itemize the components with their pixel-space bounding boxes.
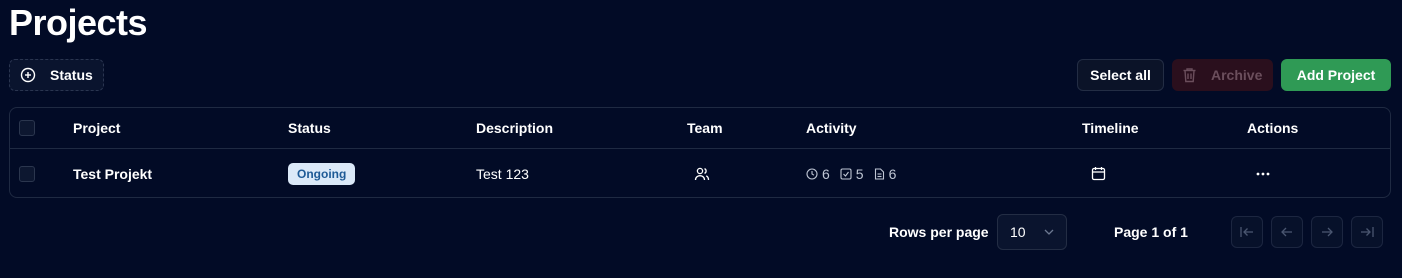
column-header-activity[interactable]: Activity [806, 108, 857, 148]
status-badge: Ongoing [288, 162, 356, 185]
calendar-icon[interactable] [1091, 166, 1106, 181]
activity-files-count: 6 [888, 165, 897, 182]
last-page-icon [1359, 225, 1375, 239]
more-horizontal-icon[interactable] [1256, 172, 1270, 176]
activity-tasks: 5 [840, 166, 864, 182]
column-header-status[interactable]: Status [288, 108, 331, 148]
arrow-right-icon [1320, 225, 1334, 239]
chevron-down-icon [1044, 229, 1054, 235]
first-page-button[interactable] [1231, 216, 1263, 248]
select-all-checkbox-cell [19, 108, 35, 148]
column-header-team[interactable]: Team [687, 108, 723, 148]
activity-time: 6 [806, 166, 830, 182]
users-icon[interactable] [694, 166, 710, 182]
team-cell [694, 149, 710, 198]
select-all-button[interactable]: Select all [1077, 59, 1164, 91]
checkbox-icon [840, 167, 852, 180]
activity-files: 6 [874, 165, 897, 182]
activity-tasks-count: 5 [855, 165, 864, 182]
page-info: Page 1 of 1 [1114, 224, 1188, 240]
column-header-timeline[interactable]: Timeline [1082, 108, 1139, 148]
project-description: Test 123 [476, 165, 529, 182]
timeline-cell [1091, 149, 1106, 198]
status-cell: Ongoing [288, 149, 356, 198]
clock-icon [806, 167, 818, 180]
project-name[interactable]: Test Projekt [73, 149, 152, 198]
rows-per-page-value: 10 [1010, 224, 1026, 240]
projects-table: Project Status Description Team Activity… [9, 107, 1391, 198]
rows-per-page-select[interactable]: 10 [997, 214, 1067, 250]
first-page-icon [1239, 225, 1255, 239]
status-filter-button[interactable]: Status [9, 59, 104, 91]
arrow-left-icon [1280, 225, 1294, 239]
actions-cell [1256, 149, 1270, 198]
rows-per-page-label: Rows per page [889, 224, 989, 240]
trash-icon [1182, 67, 1197, 83]
row-checkbox[interactable] [19, 165, 35, 182]
activity-cell: 6 5 6 [806, 149, 896, 198]
page-title: Projects [9, 2, 148, 43]
last-page-button[interactable] [1351, 216, 1383, 248]
status-filter-label: Status [50, 67, 93, 83]
table-row[interactable]: Test Projekt Ongoing Test 123 6 5 6 [10, 149, 1390, 198]
column-header-description[interactable]: Description [476, 108, 553, 148]
activity-time-count: 6 [822, 165, 830, 182]
row-checkbox-cell [19, 149, 35, 198]
column-header-actions: Actions [1247, 120, 1299, 136]
previous-page-button[interactable] [1271, 216, 1303, 248]
next-page-button[interactable] [1311, 216, 1343, 248]
table-header-row: Project Status Description Team Activity… [10, 108, 1390, 149]
plus-circle-icon [20, 67, 36, 83]
add-project-button[interactable]: Add Project [1281, 59, 1391, 91]
file-icon [874, 167, 885, 180]
archive-label: Archive [1211, 67, 1263, 83]
column-header-project[interactable]: Project [73, 108, 120, 148]
header-checkbox[interactable] [19, 120, 35, 136]
archive-button[interactable]: Archive [1172, 59, 1273, 91]
